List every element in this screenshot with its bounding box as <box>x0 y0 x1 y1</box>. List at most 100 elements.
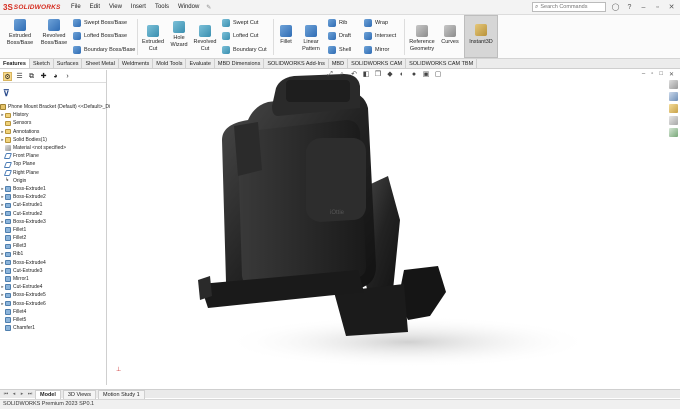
menu-view[interactable]: View <box>109 4 122 10</box>
tab-sketch[interactable]: Sketch <box>30 59 54 68</box>
lofted-boss-button[interactable]: Lofted Boss/Base <box>73 32 127 40</box>
curves-button[interactable]: Curves <box>439 25 461 46</box>
tree-item[interactable]: ▸ Boss-Extrude1 <box>0 185 107 193</box>
tree-item[interactable]: ▸ Cut-Extrude2 <box>0 209 107 217</box>
tree-item[interactable]: Top Plane <box>0 160 107 168</box>
tree-item[interactable]: ▸ Boss-Extrude6 <box>0 300 107 308</box>
scene-icon[interactable]: ▣ <box>422 71 430 79</box>
tab-weldments[interactable]: Weldments <box>119 59 154 68</box>
tree-item[interactable]: ↳ Origin <box>0 177 107 185</box>
instant3d-button[interactable]: Instant3D <box>464 15 498 58</box>
doc-maximize-icon[interactable]: □ <box>659 71 663 78</box>
tab-mbd-dimensions[interactable]: MBD Dimensions <box>215 59 265 68</box>
tree-item[interactable]: ▸ Solid Bodies(1) <box>0 136 107 144</box>
close-icon[interactable]: ✕ <box>667 3 676 12</box>
display-style-icon[interactable]: ◆ <box>386 71 394 79</box>
feature-manager-tab-icon[interactable]: ⚙ <box>3 71 12 81</box>
tree-item[interactable]: Sensors <box>0 119 107 127</box>
swept-boss-button[interactable]: Swept Boss/Base <box>73 19 127 27</box>
mirror-button[interactable]: Mirror <box>364 46 389 54</box>
zoom-to-fit-icon[interactable]: ⤢ <box>326 71 334 79</box>
help-icon[interactable]: ? <box>625 3 634 12</box>
tree-item[interactable]: Fillet1 <box>0 226 107 234</box>
tree-item[interactable]: Right Plane <box>0 169 107 177</box>
fillet-button[interactable]: Fillet <box>276 25 296 46</box>
tree-item[interactable]: Material <not specified> <box>0 144 107 152</box>
tab-surfaces[interactable]: Surfaces <box>54 59 83 68</box>
tab-features[interactable]: Features <box>0 59 30 68</box>
extruded-cut-button[interactable]: Extruded Cut <box>140 25 166 52</box>
prev-tab-icon[interactable]: ◂ <box>11 391 17 397</box>
menu-edit[interactable]: Edit <box>90 4 100 10</box>
search-input[interactable] <box>540 4 603 10</box>
menu-window[interactable]: Window <box>178 4 199 10</box>
tree-item[interactable]: ▸ Boss-Extrude4 <box>0 259 107 267</box>
tree-item[interactable]: ▸ Boss-Extrude5 <box>0 291 107 299</box>
view-palette-icon[interactable] <box>668 116 678 125</box>
tab-3d-views[interactable]: 3D Views <box>62 389 97 399</box>
tree-item[interactable]: Mirror1 <box>0 275 107 283</box>
previous-view-icon[interactable]: ↶ <box>350 71 358 79</box>
tab-solidworks-cam-tbm[interactable]: SOLIDWORKS CAM TBM <box>406 59 478 68</box>
tab-mold-tools[interactable]: Mold Tools <box>153 59 187 68</box>
tab-mbd[interactable]: MBD <box>329 59 349 68</box>
tree-item[interactable]: ▸ Boss-Extrude2 <box>0 193 107 201</box>
design-library-icon[interactable] <box>668 92 678 101</box>
tab-sheet-metal[interactable]: Sheet Metal <box>82 59 119 68</box>
tree-item[interactable]: Fillet3 <box>0 242 107 250</box>
file-explorer-icon[interactable] <box>668 104 678 113</box>
tree-item[interactable]: ▸ Annotations <box>0 128 107 136</box>
solidworks-resources-icon[interactable] <box>668 80 678 89</box>
tree-item[interactable]: ▸ Rib1 <box>0 250 107 258</box>
filter-icon[interactable]: ⊽ <box>3 88 10 99</box>
intersect-button[interactable]: Intersect <box>364 32 396 40</box>
view-settings-icon[interactable]: ▢ <box>434 71 442 79</box>
boundary-boss-button[interactable]: Boundary Boss/Base <box>73 46 135 54</box>
zoom-area-icon[interactable]: ⌕ <box>338 71 346 79</box>
swept-cut-button[interactable]: Swept Cut <box>222 19 258 27</box>
draft-button[interactable]: Draft <box>328 32 351 40</box>
last-tab-icon[interactable]: ⏭ <box>27 391 33 397</box>
tab-evaluate[interactable]: Evaluate <box>186 59 215 68</box>
menu-tools[interactable]: Tools <box>155 4 169 10</box>
tree-item[interactable]: ▸ Cut-Extrude3 <box>0 267 107 275</box>
search-box[interactable]: ⌕ <box>532 2 606 12</box>
dimxpert-tab-icon[interactable]: ✚ <box>39 72 48 81</box>
doc-minimize-icon[interactable]: – <box>642 71 645 78</box>
tree-item[interactable]: ▸ Cut-Extrude4 <box>0 283 107 291</box>
reference-geometry-button[interactable]: Reference Geometry <box>407 25 437 52</box>
panel-expand-icon[interactable]: › <box>63 72 72 81</box>
tree-item[interactable]: Phone Mount Bracket (Default) <<Default>… <box>0 103 110 111</box>
first-tab-icon[interactable]: ⏮ <box>3 391 9 397</box>
lofted-cut-button[interactable]: Lofted Cut <box>222 32 258 40</box>
tree-item[interactable]: ▸ Boss-Extrude3 <box>0 218 107 226</box>
tree-item[interactable]: Front Plane <box>0 152 107 160</box>
tab-solidworks-cam[interactable]: SOLIDWORKS CAM <box>348 59 407 68</box>
tree-item[interactable]: Fillet4 <box>0 308 107 316</box>
user-icon[interactable]: ◯ <box>611 3 620 12</box>
tree-item[interactable]: Chamfer1 <box>0 324 107 332</box>
menu-file[interactable]: File <box>71 4 81 10</box>
extruded-boss-button[interactable]: Extruded Boss/Base <box>3 19 37 46</box>
tree-item[interactable]: ▸ History <box>0 111 107 119</box>
tree-item[interactable]: Fillet2 <box>0 234 107 242</box>
pin-icon[interactable]: ✎ <box>206 4 211 11</box>
view-orientation-icon[interactable]: ❒ <box>374 71 382 79</box>
display-manager-tab-icon[interactable]: ◕ <box>51 72 60 81</box>
property-manager-tab-icon[interactable]: ☰ <box>15 72 24 81</box>
tab-motion-study[interactable]: Motion Study 1 <box>98 389 145 399</box>
tree-item[interactable]: ▸ Cut-Extrude1 <box>0 201 107 209</box>
appearances-icon[interactable] <box>668 128 678 137</box>
configuration-manager-tab-icon[interactable]: ⧉ <box>27 72 36 81</box>
revolved-cut-button[interactable]: Revolved Cut <box>192 25 218 52</box>
graphics-area[interactable]: iOttie <box>108 70 666 387</box>
tab-solidworks-addins[interactable]: SOLIDWORKS Add-Ins <box>264 59 329 68</box>
appearance-icon[interactable]: ● <box>410 71 418 79</box>
solidworks-logo[interactable]: 3S SOLIDWORKS <box>3 3 63 12</box>
linear-pattern-button[interactable]: Linear Pattern <box>298 25 324 52</box>
section-view-icon[interactable]: ◧ <box>362 71 370 79</box>
revolved-boss-button[interactable]: Revolved Boss/Base <box>38 19 70 46</box>
doc-close-icon[interactable]: ✕ <box>669 71 674 78</box>
minimize-icon[interactable]: – <box>639 3 648 12</box>
boundary-cut-button[interactable]: Boundary Cut <box>222 46 267 54</box>
